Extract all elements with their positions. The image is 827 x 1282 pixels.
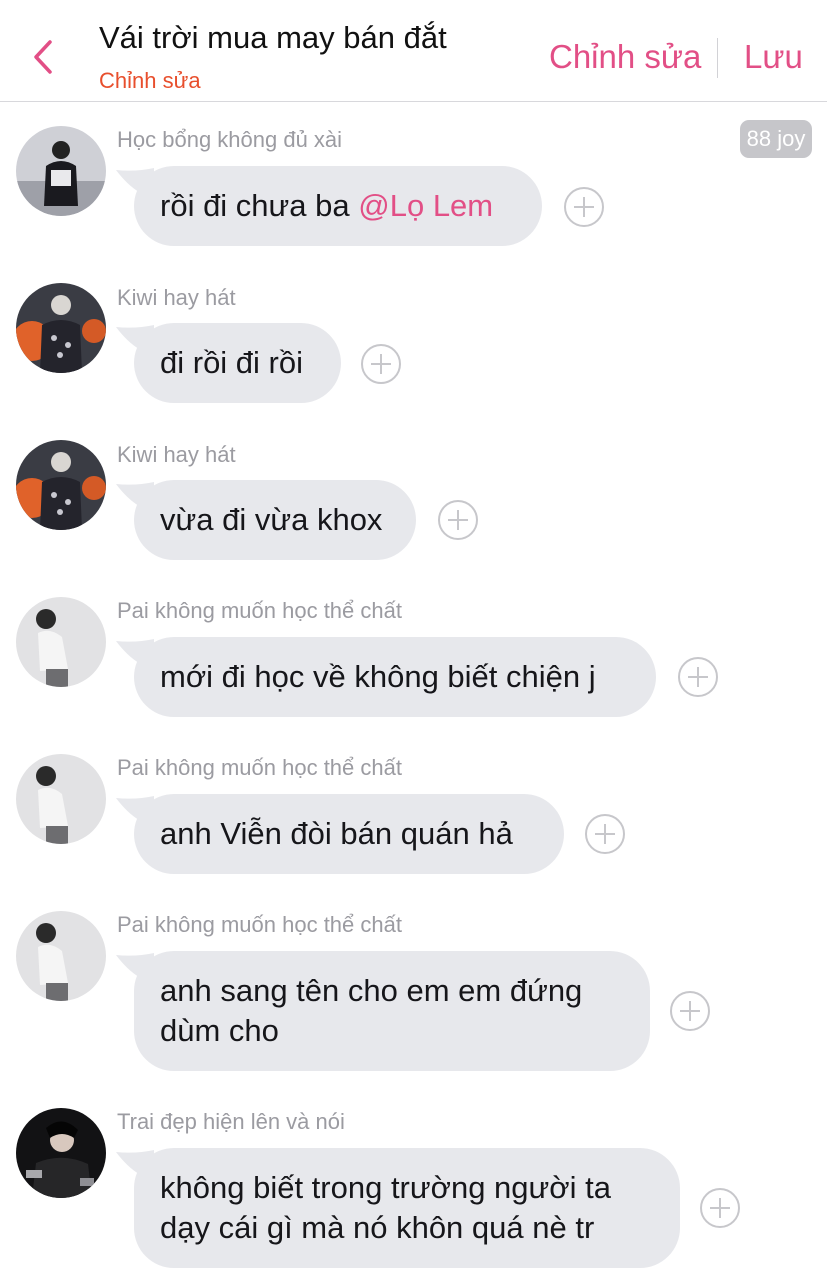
sender-name: Học bổng không đủ xài — [117, 127, 343, 152]
message-text-line: dùm cho — [160, 1013, 279, 1048]
avatar[interactable] — [16, 597, 106, 687]
joy-badge: 88 joy — [740, 120, 812, 158]
avatar[interactable] — [16, 1108, 106, 1198]
message-bubble[interactable]: anh sang tên cho em em đứng dùm cho — [134, 951, 650, 1071]
sender-name: Kiwi hay hát — [117, 442, 236, 467]
add-reaction-icon[interactable] — [563, 186, 605, 228]
chat-title: Vái trời mua may bán đắt — [99, 20, 447, 55]
add-reaction-icon[interactable] — [699, 1187, 741, 1229]
message-text-line: dạy cái gì mà nó khôn quá nè tr — [160, 1210, 595, 1245]
message-text: anh Viễn đòi bán quán hả — [160, 816, 513, 851]
sender-name: Pai không muốn học thể chất — [117, 598, 402, 623]
sender-name: Pai không muốn học thể chất — [117, 912, 402, 937]
avatar[interactable] — [16, 911, 106, 1001]
add-reaction-icon[interactable] — [584, 813, 626, 855]
message-bubble[interactable]: đi rồi đi rồi — [134, 323, 341, 403]
avatar[interactable] — [16, 283, 106, 373]
back-chevron-icon[interactable] — [26, 36, 60, 78]
message-bubble[interactable]: vừa đi vừa khox — [134, 480, 416, 560]
message-text: rồi đi chưa ba — [160, 188, 359, 223]
header-divider — [717, 38, 718, 78]
mention-link[interactable]: @Lọ Lem — [358, 188, 493, 223]
sender-name: Kiwi hay hát — [117, 285, 236, 310]
add-reaction-icon[interactable] — [360, 343, 402, 385]
message-text: vừa đi vừa khox — [160, 502, 383, 537]
message-text: đi rồi đi rồi — [160, 345, 303, 380]
message-bubble[interactable]: rồi đi chưa ba @Lọ Lem — [134, 166, 542, 246]
chat-header: Vái trời mua may bán đắt Chỉnh sửa Chỉnh… — [0, 0, 827, 102]
avatar[interactable] — [16, 754, 106, 844]
message-text-line: anh sang tên cho em em đứng — [160, 973, 583, 1008]
chat-subtitle[interactable]: Chỉnh sửa — [99, 68, 201, 94]
message-text: mới đi học về không biết chiện j — [160, 659, 596, 694]
avatar[interactable] — [16, 126, 106, 216]
message-text-line: không biết trong trường người ta — [160, 1170, 611, 1205]
add-reaction-icon[interactable] — [437, 499, 479, 541]
avatar[interactable] — [16, 440, 106, 530]
save-button[interactable]: Lưu — [744, 38, 803, 76]
message-bubble[interactable]: mới đi học về không biết chiện j — [134, 637, 656, 717]
sender-name: Trai đẹp hiện lên và nói — [117, 1109, 345, 1134]
add-reaction-icon[interactable] — [669, 990, 711, 1032]
edit-button[interactable]: Chỉnh sửa — [549, 38, 701, 76]
add-reaction-icon[interactable] — [677, 656, 719, 698]
sender-name: Pai không muốn học thể chất — [117, 755, 402, 780]
message-bubble[interactable]: không biết trong trường người ta dạy cái… — [134, 1148, 680, 1268]
message-bubble[interactable]: anh Viễn đòi bán quán hả — [134, 794, 564, 874]
